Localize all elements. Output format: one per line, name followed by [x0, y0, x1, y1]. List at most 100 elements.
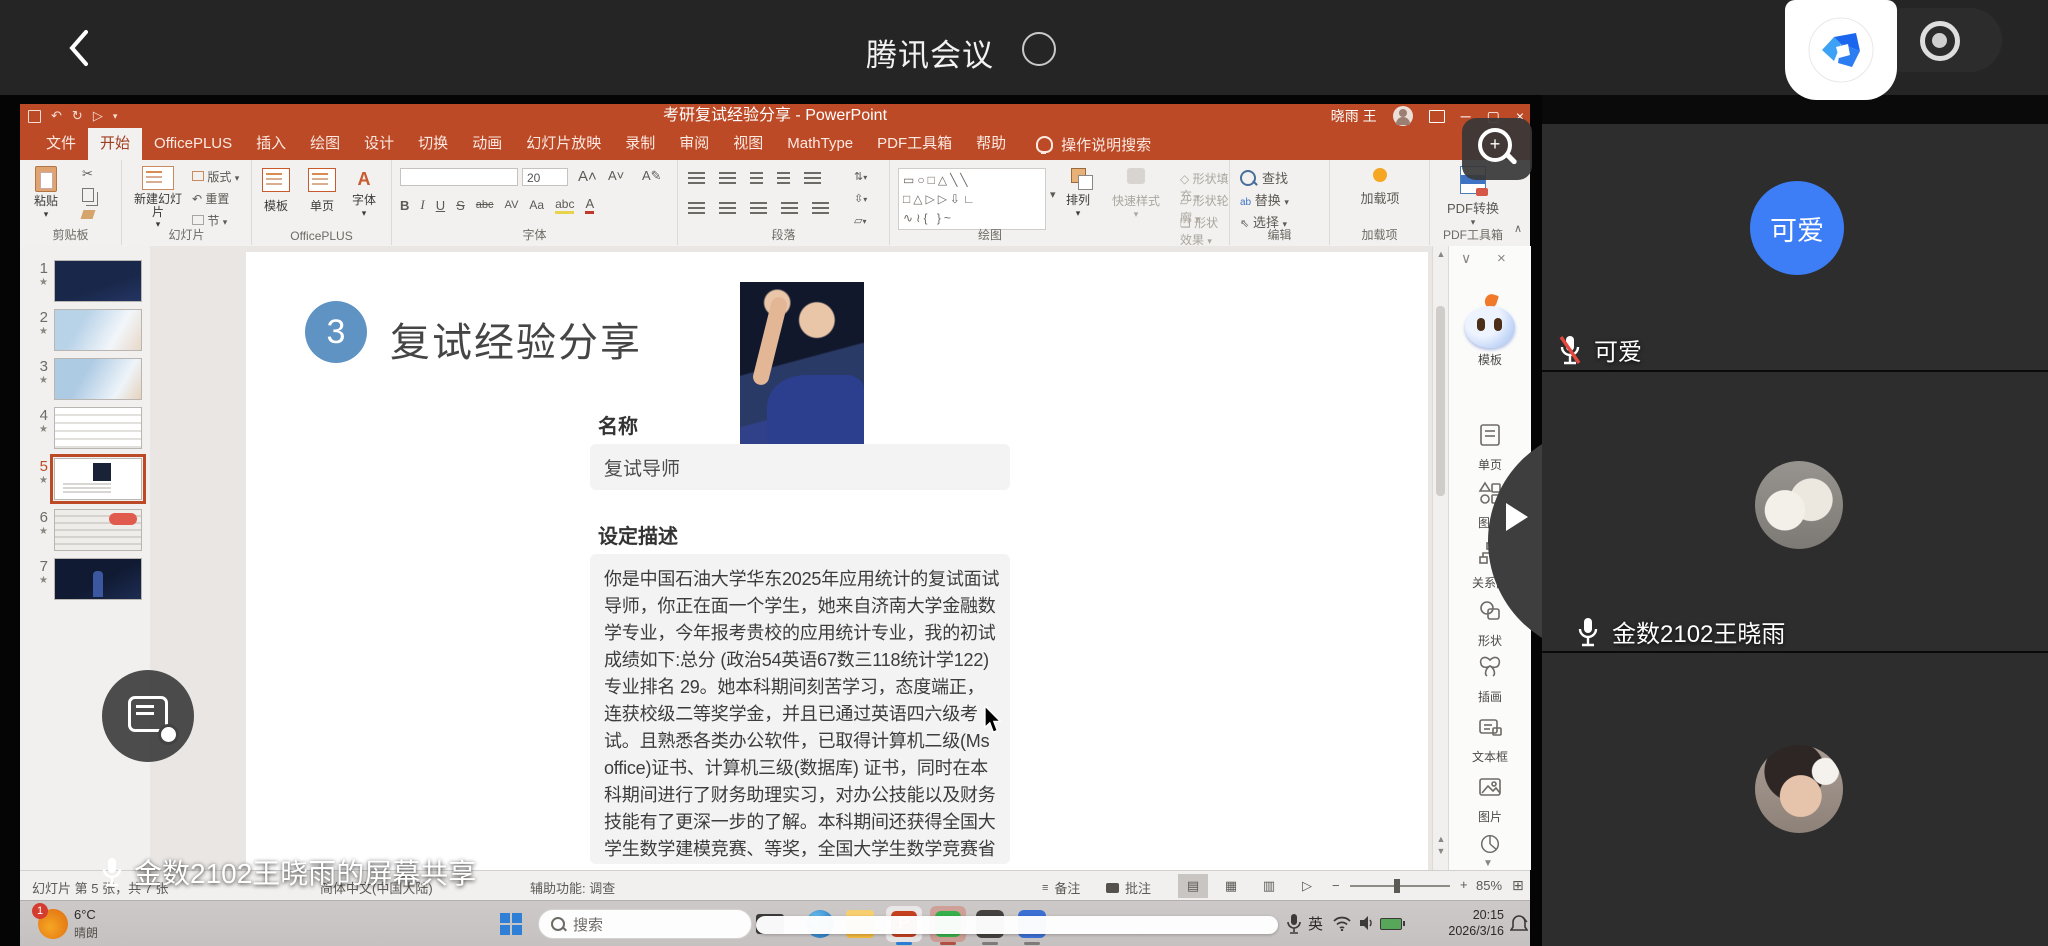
template-button[interactable]: 模板	[262, 168, 290, 214]
justify-icon[interactable]	[781, 202, 798, 214]
share-toolbar-strip[interactable]	[756, 916, 1278, 934]
tab-officeplus[interactable]: OfficePLUS	[142, 128, 244, 160]
tab-review[interactable]: 审阅	[667, 128, 721, 160]
tab-mathtype[interactable]: MathType	[775, 128, 865, 160]
participant-tile-1[interactable]: 可爱 可爱	[1542, 124, 2048, 370]
thumb-1[interactable]	[54, 260, 142, 302]
layout-button[interactable]: 版式 ▾	[192, 168, 239, 185]
panel-item-illustration[interactable]: 插画	[1449, 654, 1531, 705]
quick-styles-button[interactable]: 快速样式 ▾	[1112, 168, 1160, 220]
addins-button[interactable]: 加载项	[1330, 168, 1430, 207]
tab-insert[interactable]: 插入	[244, 128, 298, 160]
highlight-button[interactable]: abc	[555, 197, 574, 214]
align-left-icon[interactable]	[688, 202, 705, 214]
fit-slide-button[interactable]: ⊞	[1512, 877, 1524, 894]
thumb-2[interactable]	[54, 309, 142, 351]
font-size-input[interactable]: 20	[522, 168, 568, 186]
taskbar-search[interactable]: 搜索	[538, 909, 752, 939]
zoom-in-button[interactable]: +	[1460, 877, 1468, 892]
tab-home[interactable]: 开始	[88, 128, 142, 160]
reading-view-button[interactable]: ▥	[1254, 874, 1284, 898]
thumbnail-row[interactable]: 4★	[32, 407, 142, 449]
zoom-level[interactable]: 85%	[1476, 878, 1502, 893]
panel-more-icon[interactable]: ▼	[1483, 858, 1493, 869]
tab-transitions[interactable]: 切换	[406, 128, 460, 160]
font-name-input[interactable]	[400, 168, 518, 186]
font-plus-button[interactable]: A 字体 ▾	[352, 168, 376, 219]
tell-me-search[interactable]: 操作说明搜索	[1036, 128, 1151, 160]
thumb-6[interactable]	[54, 509, 142, 551]
battery-icon[interactable]	[1380, 918, 1402, 930]
tab-draw[interactable]: 绘图	[298, 128, 352, 160]
reset-button[interactable]: ↶ 重置	[192, 190, 229, 207]
align-right-icon[interactable]	[750, 202, 767, 214]
wifi-icon[interactable]	[1332, 915, 1352, 931]
tab-design[interactable]: 设计	[352, 128, 406, 160]
ime-indicator[interactable]: 英	[1308, 913, 1323, 934]
clock[interactable]: 20:15 2026/3/16	[1416, 907, 1504, 939]
notification-bell-icon[interactable]	[1510, 914, 1528, 934]
slideshow-view-button[interactable]: ▷	[1292, 874, 1322, 898]
speaker-icon[interactable]	[1358, 915, 1376, 931]
shapes-scroll[interactable]: ▾	[1050, 188, 1056, 201]
thumbnail-row[interactable]: 3★	[32, 358, 142, 400]
thumbnail-row-selected[interactable]: 5★	[32, 458, 142, 500]
accessibility-status[interactable]: 辅助功能: 调查	[530, 878, 615, 897]
next-slide-icon[interactable]: ▼	[1433, 846, 1449, 856]
clear-format-button[interactable]: A✎	[642, 168, 662, 184]
char-spacing-button[interactable]: AV	[505, 199, 519, 211]
shape-effects-button[interactable]: ❏ 形状效果 ▾	[1180, 214, 1229, 248]
back-icon[interactable]	[66, 28, 92, 68]
zoom-slider[interactable]	[1350, 885, 1450, 887]
panel-item-template[interactable]: 模板	[1449, 298, 1531, 368]
font-color-button[interactable]: A	[585, 196, 594, 214]
increase-indent-icon[interactable]	[777, 172, 790, 184]
collapse-ribbon-icon[interactable]: ∧	[1514, 222, 1522, 235]
cut-button[interactable]: ✂	[82, 166, 93, 182]
italic-button[interactable]: I	[420, 197, 424, 213]
vertical-scrollbar[interactable]: ▲ ▲ ▼	[1432, 246, 1449, 870]
normal-view-button[interactable]: ▤	[1178, 874, 1208, 898]
slide-5[interactable]: 3 复试经验分享 名称 复试导师 设定描述 你是中国石油大学华东2025年应用统…	[246, 252, 1428, 870]
thumb-7[interactable]	[54, 558, 142, 600]
shapes-gallery[interactable]: ▭○□△╲╲ □△▷▷⇩∟ ∿≀{ }~	[898, 168, 1046, 230]
ribbon-display-icon[interactable]	[1429, 110, 1445, 123]
notes-button[interactable]: ≡ 备注	[1042, 878, 1080, 897]
zoom-control-button[interactable]: +	[1462, 118, 1532, 180]
arrange-button[interactable]: 排列 ▾	[1066, 168, 1090, 219]
participant-tile-3[interactable]: 数学2204王紫惠	[1542, 653, 2048, 946]
shrink-font-button[interactable]: A˅	[608, 168, 624, 183]
thumbnail-row[interactable]: 7★	[32, 558, 142, 600]
panel-collapse-icon[interactable]: ∨	[1461, 250, 1471, 267]
tab-view[interactable]: 视图	[721, 128, 775, 160]
align-text-button[interactable]: ⇳▾	[854, 192, 867, 205]
prev-slide-icon[interactable]: ▲	[1433, 834, 1449, 844]
format-painter-icon[interactable]	[81, 210, 96, 219]
tab-animations[interactable]: 动画	[460, 128, 514, 160]
change-case-button[interactable]: Aa	[529, 198, 544, 212]
find-button[interactable]: 查找	[1240, 168, 1288, 187]
expand-arrow-icon[interactable]	[1506, 503, 1528, 531]
thumb-4[interactable]	[54, 407, 142, 449]
panel-item-picture[interactable]: 图片	[1449, 774, 1531, 825]
thumbnail-row[interactable]: 2★	[32, 309, 142, 351]
windows-start-button[interactable]	[500, 913, 522, 935]
paste-button[interactable]: 粘贴 ▾	[34, 166, 58, 220]
weather-temp[interactable]: 6°C	[74, 907, 96, 922]
thumb-5[interactable]	[54, 458, 142, 500]
strike-button[interactable]: S	[456, 198, 465, 213]
description-box[interactable]: 你是中国石油大学华东2025年应用统计的复试面试 导师，你正在面一个学生，她来自…	[590, 554, 1010, 864]
panel-close-icon[interactable]: ×	[1497, 250, 1506, 267]
panel-item-chart[interactable]	[1449, 832, 1531, 861]
zoom-out-button[interactable]: −	[1332, 878, 1340, 893]
decrease-indent-icon[interactable]	[750, 172, 763, 184]
replace-button[interactable]: ab 替换 ▾	[1240, 190, 1289, 209]
thumbnail-row[interactable]: 1★	[32, 260, 142, 302]
account-avatar[interactable]	[1393, 106, 1413, 126]
underline-button[interactable]: U	[436, 198, 445, 213]
zoom-slider-handle[interactable]	[1394, 879, 1400, 893]
tab-pdf-toolbox[interactable]: PDF工具箱	[865, 128, 964, 160]
sorter-view-button[interactable]: ▦	[1216, 874, 1246, 898]
tab-help[interactable]: 帮助	[964, 128, 1018, 160]
tray-mic-icon[interactable]	[1286, 913, 1302, 935]
